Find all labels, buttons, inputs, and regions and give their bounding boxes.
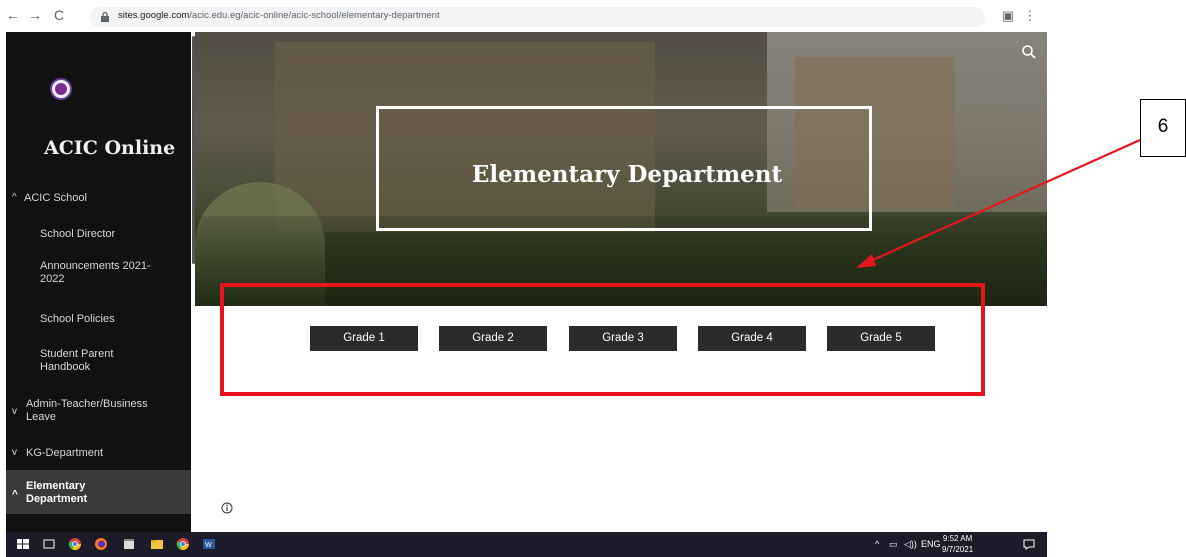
notification-icon[interactable] — [1022, 537, 1036, 551]
forward-arrow-icon[interactable]: → — [26, 6, 44, 24]
chevron-down-icon[interactable]: v — [12, 446, 17, 459]
sidebar-item-student-parent-handbook[interactable]: Student Parent Handbook — [6, 346, 191, 380]
language-indicator[interactable]: ENG — [921, 539, 941, 549]
sidebar-item-label: KG-Department — [26, 447, 104, 459]
network-icon[interactable]: ▭ — [889, 539, 898, 550]
word-icon[interactable]: W — [202, 537, 216, 551]
windows-taskbar: W ^ ▭ ◁)) ENG 9:52 AM 9/7/2021 — [6, 532, 1047, 557]
sidebar-item-label: Announcements 2021-2022 — [40, 260, 151, 285]
windows-start-icon[interactable] — [16, 537, 30, 551]
address-bar[interactable]: sites.google.com/acic.edu.eg/acic-online… — [90, 7, 985, 27]
media-app-icon[interactable] — [122, 537, 136, 551]
chrome-icon[interactable] — [68, 537, 82, 551]
back-arrow-icon[interactable]: ← — [4, 6, 22, 24]
chrome-icon-2[interactable] — [176, 537, 190, 551]
sidebar-item-label: ACIC School — [24, 192, 87, 204]
lock-icon — [101, 11, 109, 22]
url-path: /acic.edu.eg/acic-online/acic-school/ele… — [189, 10, 440, 21]
svg-text:W: W — [205, 542, 212, 549]
sidebar-item-label: School Director — [40, 228, 116, 240]
extension-icon[interactable]: ▣ — [1000, 8, 1016, 24]
chevron-down-icon[interactable]: v — [12, 405, 17, 418]
callout-number: 6 — [1157, 116, 1169, 137]
sidebar-nav: ACIC Online ^ ACIC School School Directo… — [6, 32, 191, 532]
page-title: Elementary Department — [471, 161, 783, 188]
info-icon[interactable] — [221, 502, 233, 514]
sidebar-item-acic-school[interactable]: ^ ACIC School — [6, 190, 191, 206]
sidebar-item-announcements[interactable]: Announcements 2021-2022 — [6, 258, 191, 292]
hero-title-frame: Elementary Department — [376, 106, 872, 231]
school-logo[interactable] — [50, 78, 72, 100]
chevron-up-icon[interactable]: ^ — [12, 191, 17, 204]
browser-toolbar: ← → C sites.google.com/acic.edu.eg/acic-… — [0, 0, 1186, 32]
site-page: ACIC Online ^ ACIC School School Directo… — [6, 32, 1047, 532]
sidebar-item-school-policies[interactable]: School Policies — [6, 311, 191, 327]
sidebar-item-school-director[interactable]: School Director — [6, 226, 191, 242]
sidebar-item-label: Student Parent Handbook — [40, 348, 114, 373]
firefox-icon[interactable] — [94, 537, 108, 551]
reload-icon[interactable]: C — [50, 6, 68, 24]
site-title[interactable]: ACIC Online — [44, 137, 175, 159]
menu-dots-icon[interactable]: ⋮ — [1022, 8, 1038, 24]
sidebar-item-label: School Policies — [40, 313, 115, 325]
clock-date: 9/7/2021 — [942, 545, 974, 554]
volume-icon[interactable]: ◁)) — [904, 539, 917, 550]
file-explorer-icon[interactable] — [150, 537, 164, 551]
sidebar-item-label: Admin-Teacher/Business Leave — [26, 398, 148, 423]
sidebar-item-admin-leave[interactable]: v Admin-Teacher/Business Leave — [6, 396, 191, 430]
task-view-icon[interactable] — [42, 537, 56, 551]
highlight-box — [220, 283, 985, 396]
chevron-up-icon[interactable]: ^ — [12, 488, 18, 501]
system-clock[interactable]: 9:52 AM 9/7/2021 — [942, 533, 973, 555]
url-domain: sites.google.com — [118, 10, 190, 21]
sidebar-item-label: Elementary Department — [26, 480, 88, 505]
sidebar-item-kg-department[interactable]: v KG-Department — [6, 445, 191, 461]
clock-time: 9:52 AM — [942, 534, 973, 543]
url-text: sites.google.com/acic.edu.eg/acic-online… — [118, 10, 440, 21]
annotation-callout: 6 — [1140, 99, 1186, 157]
sidebar-item-elementary-department[interactable]: ^ Elementary Department — [6, 470, 191, 514]
search-icon[interactable] — [1021, 44, 1037, 60]
hero-banner: Elementary Department — [195, 32, 1047, 306]
tray-up-arrow-icon[interactable]: ^ — [875, 539, 879, 549]
